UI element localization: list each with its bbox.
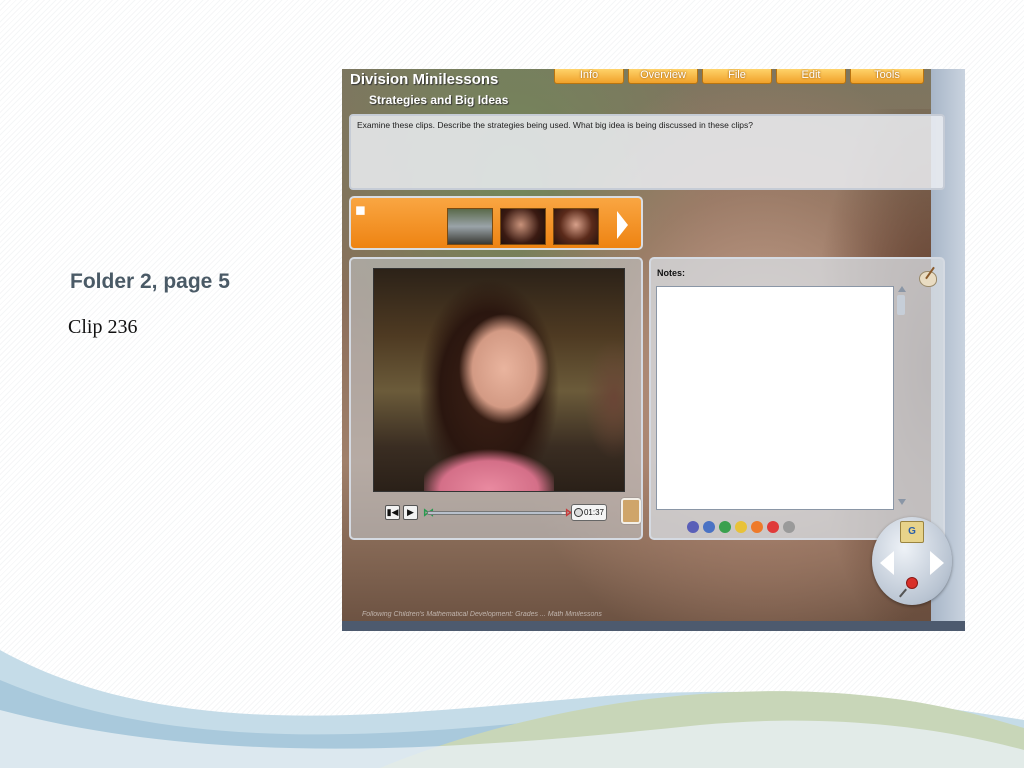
play-button[interactable]: ▶ — [403, 505, 418, 520]
notes-textarea[interactable] — [656, 286, 894, 510]
player-controls: ▮◀ ▶ ⋈ ⋈ 01:37 — [385, 504, 607, 522]
color-swatch[interactable] — [703, 521, 715, 533]
slide-title: Folder 2, page 5 — [70, 270, 230, 293]
notes-label: Notes: — [657, 268, 686, 278]
menu-info-button[interactable]: Info — [554, 69, 624, 84]
color-swatch[interactable] — [767, 521, 779, 533]
prompt-text: Examine these clips. Describe the strate… — [357, 120, 753, 130]
clips-bar: ◼ — [349, 196, 643, 250]
scroll-down-arrow-icon[interactable] — [898, 499, 906, 505]
prompt-box: Examine these clips. Describe the strate… — [349, 114, 945, 190]
nav-forward-arrow-icon[interactable] — [930, 551, 944, 575]
app-screenshot: Division Minilessons Strategies and Big … — [342, 69, 965, 631]
timecode-text: 01:37 — [583, 508, 604, 517]
notes-scrollbar-thumb[interactable] — [897, 295, 905, 315]
timecode-display: 01:37 — [571, 504, 607, 521]
clips-next-arrow-icon[interactable] — [617, 211, 628, 239]
color-swatch[interactable] — [735, 521, 747, 533]
folder-icon[interactable]: G — [900, 521, 924, 543]
scrubber-track[interactable] — [427, 511, 567, 515]
scrubber-progress — [428, 512, 562, 514]
nav-back-arrow-icon[interactable] — [880, 551, 894, 575]
video-frame-detail — [424, 449, 554, 491]
menu-overview-button[interactable]: Overview — [628, 69, 698, 84]
pushpin-icon[interactable] — [906, 577, 918, 589]
color-swatch[interactable] — [751, 521, 763, 533]
navigation-disc: G — [872, 517, 952, 605]
clipboard-icon[interactable] — [621, 498, 641, 524]
paint-palette-icon[interactable] — [919, 271, 937, 287]
color-swatch[interactable] — [719, 521, 731, 533]
color-swatch[interactable] — [687, 521, 699, 533]
slide-body-text: Clip 236 — [68, 316, 138, 338]
menu-file-button[interactable]: File — [702, 69, 772, 84]
app-subtitle: Strategies and Big Ideas — [369, 93, 509, 107]
app-bottom-bar — [342, 621, 965, 631]
skip-to-start-button[interactable]: ▮◀ — [385, 505, 400, 520]
notes-panel: Notes: — [649, 257, 945, 540]
app-title: Division Minilessons — [350, 71, 499, 88]
clip-thumbnail-2[interactable] — [500, 208, 546, 245]
menu-tools-button[interactable]: Tools — [850, 69, 924, 84]
color-swatch[interactable] — [783, 521, 795, 533]
scroll-up-arrow-icon[interactable] — [898, 286, 906, 292]
clock-icon — [574, 508, 583, 517]
clip-thumbnail-1[interactable] — [447, 208, 493, 245]
video-player[interactable] — [373, 268, 625, 492]
movie-camera-icon: ◼ — [355, 202, 366, 217]
video-panel: ▮◀ ▶ ⋈ ⋈ 01:37 — [349, 257, 643, 540]
clip-thumbnail-3[interactable] — [553, 208, 599, 245]
menu-edit-button[interactable]: Edit — [776, 69, 846, 84]
